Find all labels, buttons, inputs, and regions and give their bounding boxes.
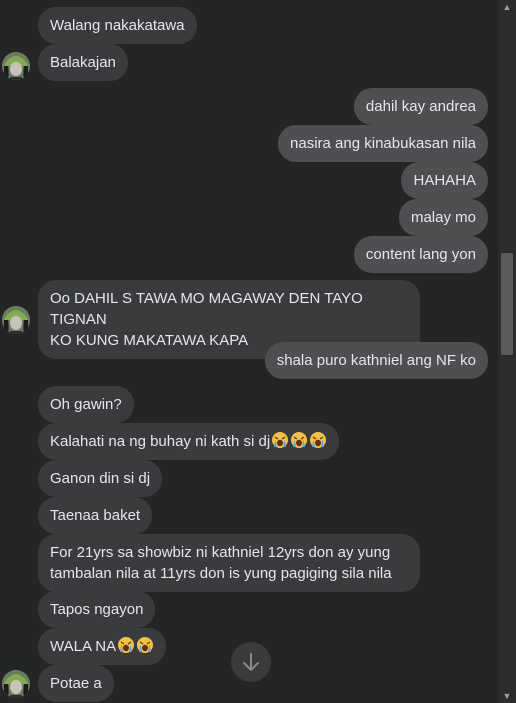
arrow-down-icon: [243, 653, 259, 671]
crying-face-icon: [270, 432, 327, 450]
avatar[interactable]: [2, 52, 30, 80]
message-bubble: Balakajan: [38, 44, 128, 81]
avatar-image: [2, 52, 30, 80]
message-bubble: For 21yrs sa showbiz ni kathniel 12yrs d…: [38, 534, 420, 592]
message-text: WALA NA: [50, 638, 117, 655]
message-bubble: Potae a: [38, 665, 114, 702]
message-bubble: Kalahati na ng buhay ni kath si dj: [38, 423, 340, 460]
message-bubble: Walang nakakatawa: [38, 7, 197, 44]
message-bubble: Tapos ngayon: [38, 591, 156, 628]
scroll-to-bottom-button[interactable]: [231, 642, 271, 682]
message-bubble-sent: HAHAHA: [401, 162, 488, 199]
avatar[interactable]: [2, 306, 30, 334]
message-bubble-sent: shala puro kathniel ang NF ko: [264, 342, 488, 379]
message-bubble: Ganon din si dj: [38, 460, 163, 497]
message-line: tambalan nila at 11yrs don is yung pagig…: [50, 565, 392, 582]
message-text: Kalahati na ng buhay ni kath si dj: [50, 433, 271, 450]
scroll-down-arrow-icon[interactable]: ▼: [498, 689, 516, 703]
message-bubble-sent: nasira ang kinabukasan nila: [278, 125, 488, 162]
avatar[interactable]: [2, 670, 30, 698]
scrollbar[interactable]: ▲ ▼: [498, 0, 516, 703]
scrollbar-thumb[interactable]: [501, 253, 513, 355]
message-line: Oo DAHIL S TAWA MO MAGAWAY DEN TAYO TIGN…: [50, 290, 363, 328]
chat-thread: Walang nakakatawa Balakajan dahil kay an…: [0, 0, 496, 703]
crying-face-icon: [116, 637, 154, 655]
message-line: For 21yrs sa showbiz ni kathniel 12yrs d…: [50, 544, 391, 561]
avatar-image: [2, 670, 30, 698]
message-bubble-sent: content lang yon: [353, 236, 488, 273]
scroll-up-arrow-icon[interactable]: ▲: [498, 0, 516, 14]
message-bubble: WALA NA: [38, 628, 167, 665]
message-bubble-sent: malay mo: [398, 199, 488, 236]
avatar-image: [2, 306, 30, 334]
message-bubble: Oh gawin?: [38, 386, 134, 423]
message-bubble: Taenaa baket: [38, 497, 153, 534]
message-bubble-sent: dahil kay andrea: [353, 88, 488, 125]
